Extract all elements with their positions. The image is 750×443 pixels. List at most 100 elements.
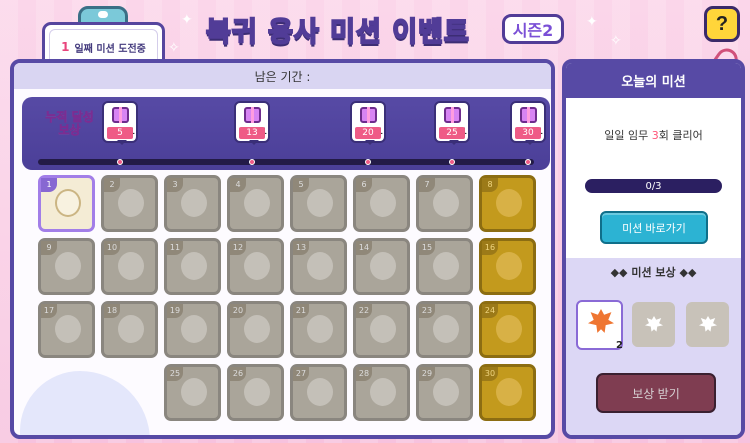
cell-day-number: 8 xyxy=(482,178,498,192)
cell-day-number: 20 xyxy=(230,304,246,318)
cell-day-number: 28 xyxy=(356,367,372,381)
challenge-day-number: 1 xyxy=(61,40,70,54)
today-mission-panel: 오늘의 미션 일일 임무 3회 클리어 0/3 미션 바로가기 ◆◆ 미션 보상… xyxy=(562,59,745,439)
milestone-reward-30[interactable]: 130 xyxy=(510,101,546,145)
milestone-marker xyxy=(449,159,455,165)
mission-day-cell[interactable]: 1 xyxy=(38,175,95,232)
remaining-period: 남은 기간 : xyxy=(14,63,551,89)
reward-slot[interactable] xyxy=(686,302,729,347)
mushroom-icon xyxy=(496,378,522,406)
reward-slot[interactable] xyxy=(632,302,675,347)
cloud-decoration xyxy=(20,371,150,435)
mission-day-cell[interactable]: 10 xyxy=(101,238,158,295)
milestone-value: 5 xyxy=(107,127,133,139)
help-button[interactable]: ? xyxy=(704,6,740,42)
cell-day-number: 26 xyxy=(230,367,246,381)
cell-day-number: 13 xyxy=(293,241,309,255)
mission-day-cell[interactable]: 13 xyxy=(290,238,347,295)
mission-day-cell[interactable]: 21 xyxy=(290,301,347,358)
gift-box-icon: 1 xyxy=(112,107,135,137)
mission-day-cell[interactable]: 5 xyxy=(290,175,347,232)
milestone-value: 13 xyxy=(239,127,265,139)
mushroom-icon xyxy=(433,189,459,217)
reward-slot[interactable]: 2 xyxy=(576,300,623,351)
mushroom-icon xyxy=(307,189,333,217)
mission-day-cell[interactable]: 2 xyxy=(101,175,158,232)
mushroom-icon xyxy=(244,378,270,406)
cell-day-number: 27 xyxy=(293,367,309,381)
cumulative-reward-label: 누적 달성 보상 xyxy=(45,110,94,137)
cell-day-number: 5 xyxy=(293,178,309,192)
mission-day-cell[interactable]: 23 xyxy=(416,301,473,358)
mission-day-cell[interactable]: 16 xyxy=(479,238,536,295)
gift-box-icon: 1 xyxy=(360,107,383,137)
mission-day-cell[interactable]: 8 xyxy=(479,175,536,232)
cell-day-number: 4 xyxy=(230,178,246,192)
milestone-reward-20[interactable]: 120 xyxy=(350,101,386,145)
mission-day-cell[interactable]: 12 xyxy=(227,238,284,295)
mission-day-cell[interactable]: 17 xyxy=(38,301,95,358)
mission-rewards-title: ◆◆ 미션 보상 ◆◆ xyxy=(610,266,697,279)
maple-leaf-icon xyxy=(588,309,614,333)
mushroom-icon xyxy=(307,315,333,343)
claim-reward-button[interactable]: 보상 받기 xyxy=(596,373,716,413)
cell-day-number: 16 xyxy=(482,241,498,255)
mission-rewards-section: ◆◆ 미션 보상 ◆◆ 2 보상 받기 xyxy=(566,258,741,435)
mission-day-cell[interactable]: 9 xyxy=(38,238,95,295)
mushroom-icon xyxy=(244,315,270,343)
milestone-marker xyxy=(525,159,531,165)
gift-box-icon: 1 xyxy=(520,107,543,137)
mushroom-icon xyxy=(181,252,207,280)
mission-count: 3 xyxy=(651,129,659,142)
mission-day-cell[interactable]: 24 xyxy=(479,301,536,358)
mission-day-cell[interactable]: 27 xyxy=(290,364,347,421)
milestone-reward-25[interactable]: 125 xyxy=(434,101,470,145)
cell-day-number: 11 xyxy=(167,241,183,255)
today-mission-title: 오늘의 미션 xyxy=(566,63,741,98)
mission-day-cell[interactable]: 18 xyxy=(101,301,158,358)
mission-day-cell[interactable]: 29 xyxy=(416,364,473,421)
mission-day-cell[interactable]: 20 xyxy=(227,301,284,358)
milestone-value: 20 xyxy=(355,127,381,139)
cell-day-number: 14 xyxy=(356,241,372,255)
cell-day-number: 7 xyxy=(419,178,435,192)
cell-day-number: 21 xyxy=(293,304,309,318)
mission-day-cell[interactable]: 4 xyxy=(227,175,284,232)
mushroom-icon xyxy=(55,189,81,217)
cell-day-number: 3 xyxy=(167,178,183,192)
gift-box-icon: 1 xyxy=(444,107,467,137)
mission-day-cell[interactable]: 3 xyxy=(164,175,221,232)
cell-day-number: 19 xyxy=(167,304,183,318)
mission-board: 남은 기간 : 누적 달성 보상 1 2 3 4 5 6 7 8 9 10 11 12 13 14 15 16… xyxy=(10,59,555,439)
mission-day-cell[interactable]: 15 xyxy=(416,238,473,295)
challenge-day-text: 일째 미션 도전중 xyxy=(74,43,146,55)
mushroom-icon xyxy=(433,378,459,406)
milestone-marker xyxy=(365,159,371,165)
mushroom-icon xyxy=(496,252,522,280)
mission-day-cell[interactable]: 7 xyxy=(416,175,473,232)
milestone-reward-5[interactable]: 15 xyxy=(102,101,138,145)
cell-day-number: 9 xyxy=(41,241,57,255)
mission-day-cell[interactable]: 6 xyxy=(353,175,410,232)
mushroom-icon xyxy=(244,189,270,217)
mission-day-cell[interactable]: 22 xyxy=(353,301,410,358)
mission-progress-text: 0/3 xyxy=(645,180,662,192)
mission-day-cell[interactable]: 26 xyxy=(227,364,284,421)
reward-count: 2 xyxy=(616,340,623,351)
mission-day-cell[interactable]: 30 xyxy=(479,364,536,421)
mission-day-cell[interactable]: 14 xyxy=(353,238,410,295)
mission-day-cell[interactable]: 19 xyxy=(164,301,221,358)
maple-leaf-icon xyxy=(645,316,663,332)
cell-day-number: 2 xyxy=(104,178,120,192)
mission-day-cell[interactable]: 25 xyxy=(164,364,221,421)
mushroom-icon xyxy=(55,252,81,280)
go-to-mission-button[interactable]: 미션 바로가기 xyxy=(600,211,708,244)
mission-day-cell[interactable]: 11 xyxy=(164,238,221,295)
mission-day-cell[interactable]: 28 xyxy=(353,364,410,421)
milestone-reward-13[interactable]: 113 xyxy=(234,101,270,145)
sparkle-icon: ✦ xyxy=(586,14,598,30)
gift-box-icon: 1 xyxy=(244,107,267,137)
cell-day-number: 29 xyxy=(419,367,435,381)
cell-day-number: 18 xyxy=(104,304,120,318)
milestone-value: 25 xyxy=(439,127,465,139)
